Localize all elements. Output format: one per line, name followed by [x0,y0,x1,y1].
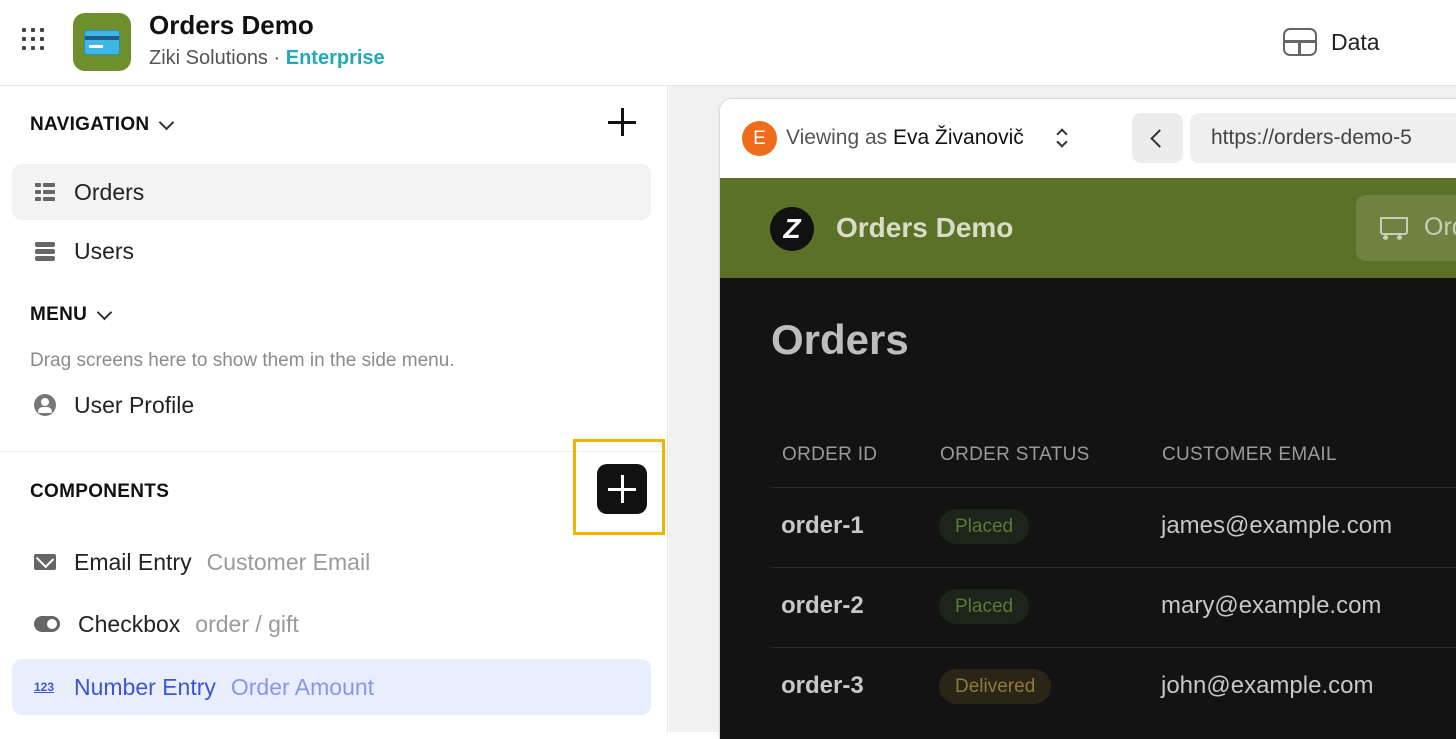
menu-item-label: User Profile [74,391,195,418]
order-id: order-1 [781,512,864,539]
component-sub: Customer Email [206,548,371,575]
org-separator: · [273,47,281,69]
preview-browser: E Viewing as Eva Živanovič https://order… [720,99,1456,739]
component-label: Checkbox [78,610,181,637]
component-email-entry[interactable]: Email Entry Customer Email [12,534,651,590]
column-header-order-status[interactable]: ORDER STATUS [940,444,1090,466]
user-icon [34,394,56,416]
chevron-down-icon [159,114,175,130]
browser-bar: E Viewing as Eva Živanovič https://order… [720,99,1456,178]
nav-item-orders[interactable]: Orders [12,164,651,220]
app-header-title: Orders Demo [836,212,1014,243]
apps-grid-icon[interactable] [22,28,46,52]
navigation-section-toggle[interactable]: NAVIGATION [30,114,175,136]
sidebar: NAVIGATION Orders Users MENU Drag screen… [0,86,668,732]
nav-item-label: Orders [74,178,145,205]
column-header-order-id[interactable]: ORDER ID [782,444,877,466]
add-component-button[interactable] [597,464,647,514]
menu-item-user-profile[interactable]: User Profile [12,377,651,433]
component-number-entry[interactable]: 123 Number Entry Order Amount [12,659,651,715]
table-layout-icon [1283,28,1317,56]
table-row[interactable]: order-2 Placed mary@example.com [771,567,1456,647]
app-logo-icon: Z [770,207,814,251]
app-title: Orders Demo [149,10,314,40]
org-subtitle: Ziki Solutions · Enterprise [149,47,385,70]
orders-tab-label: Ord [1424,213,1456,241]
customer-email: john@example.com [1161,672,1374,699]
nav-item-label: Users [74,237,135,264]
component-checkbox[interactable]: Checkbox order / gift [12,596,651,652]
status-badge: Placed [939,589,1030,624]
viewing-as-selector[interactable]: Viewing as Eva Živanovič [786,126,1024,150]
customer-email: james@example.com [1161,512,1393,539]
customer-email: mary@example.com [1161,592,1382,619]
order-id: order-3 [781,672,864,699]
highlight-frame [573,439,665,535]
section-divider [0,451,668,452]
menu-title: MENU [30,304,88,325]
add-screen-plus-icon[interactable] [607,107,637,137]
component-label: Email Entry [74,548,192,575]
tier-badge[interactable]: Enterprise [286,47,385,69]
navigation-title: NAVIGATION [30,114,150,135]
cart-icon [1376,215,1408,241]
app-body: Orders ORDER ID ORDER STATUS CUSTOMER EM… [720,278,1456,739]
component-sub: Order Amount [230,673,375,700]
chevron-down-icon [96,304,113,320]
viewing-user: Eva Živanovič [893,126,1024,149]
status-badge: Delivered [939,669,1052,704]
url-field[interactable]: https://orders-demo-5 [1190,113,1456,163]
toggle-icon [34,616,60,632]
nav-item-users[interactable]: Users [12,223,651,279]
components-title: COMPONENTS [30,481,170,502]
data-button[interactable]: Data [1283,25,1380,59]
page-title: Orders [771,316,909,363]
email-icon [34,554,56,570]
viewing-prefix: Viewing as [786,126,888,149]
orders-tab-button[interactable]: Ord [1356,195,1456,261]
menu-hint: Drag screens here to show them in the si… [30,350,455,371]
column-header-customer-email[interactable]: CUSTOMER EMAIL [1162,444,1337,466]
status-badge: Placed [939,509,1030,544]
back-button[interactable] [1132,113,1183,163]
app-header: Z Orders Demo Ord [720,178,1456,278]
top-bar: Orders Demo Ziki Solutions · Enterprise … [0,0,1456,86]
credit-card-app-icon[interactable] [73,13,131,71]
component-sub: order / gift [195,610,299,637]
org-name: Ziki Solutions [149,47,268,69]
order-id: order-2 [781,592,864,619]
avatar[interactable]: E [742,121,777,156]
number-icon: 123 [34,680,55,694]
data-label: Data [1331,28,1380,55]
table-row[interactable]: order-3 Delivered john@example.com [771,647,1456,727]
menu-section-toggle[interactable]: MENU [30,304,113,326]
database-icon [34,240,56,262]
table-icon [34,181,56,203]
table-row[interactable]: order-1 Placed james@example.com [771,487,1456,567]
chevron-up-down-icon[interactable] [1056,128,1068,148]
component-label: Number Entry [74,673,216,700]
